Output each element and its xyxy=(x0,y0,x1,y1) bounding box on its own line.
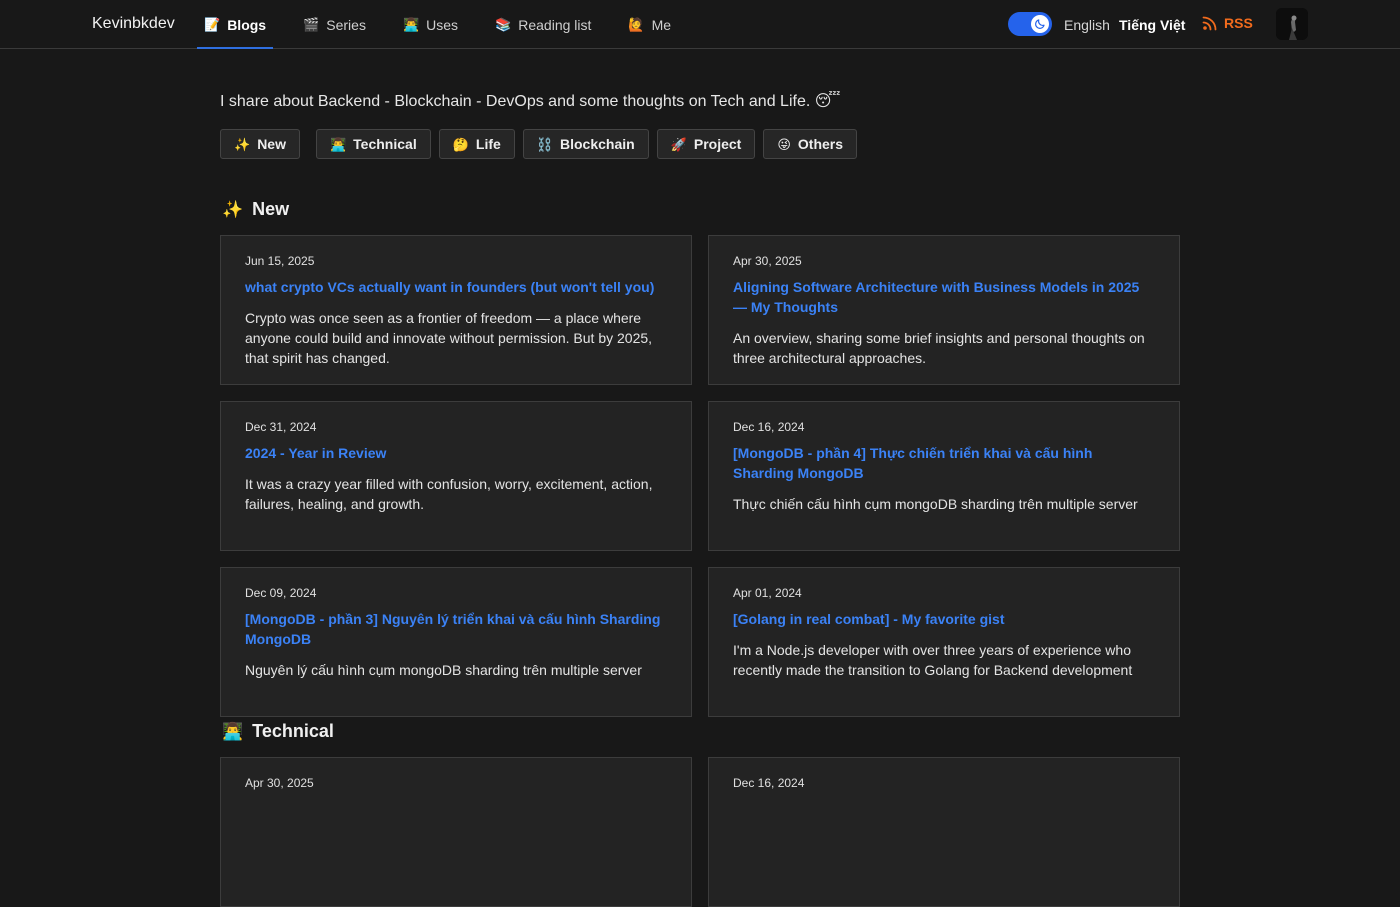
section-title-label: New xyxy=(252,199,290,219)
nav-item-me[interactable]: 🙋 Me xyxy=(621,0,678,49)
avatar-image xyxy=(1276,8,1308,40)
toggle-knob xyxy=(1031,15,1049,33)
nav-item-series[interactable]: 🎬 Series xyxy=(296,0,373,49)
post-date: Apr 30, 2025 xyxy=(245,776,314,790)
technologist-icon: 👨‍💻 xyxy=(329,136,347,152)
nav-item-reading-list[interactable]: 📚 Reading list xyxy=(488,0,598,49)
post-card[interactable]: Apr 30, 2025 xyxy=(220,757,692,907)
chip-label: Technical xyxy=(353,136,417,152)
nav-item-blogs[interactable]: 📝 Blogs xyxy=(197,0,274,49)
raising-hand-icon: 🙋 xyxy=(628,17,645,32)
technologist-icon: 👨‍💻 xyxy=(222,722,244,741)
post-date: Dec 31, 2024 xyxy=(245,420,317,434)
nav-item-label: Uses xyxy=(426,16,459,33)
filter-chip-blockchain[interactable]: ⛓️ Blockchain xyxy=(522,129,649,159)
site-brand-link[interactable]: Kevinbkdev xyxy=(92,15,175,33)
section-title-new: ✨ New xyxy=(222,199,289,220)
rocket-icon: 🚀 xyxy=(670,136,687,152)
nav-item-label: Series xyxy=(326,16,366,33)
post-date: Apr 01, 2024 xyxy=(733,586,802,600)
chip-label: Project xyxy=(693,136,742,152)
filter-chip-project[interactable]: 🚀 Project xyxy=(656,129,756,159)
post-excerpt: Crypto was once seen as a frontier of fr… xyxy=(245,310,653,366)
post-title-link[interactable]: Aligning Software Architecture with Busi… xyxy=(733,277,1155,317)
post-title-link[interactable]: [MongoDB - phần 3] Nguyên lý triển khai … xyxy=(245,609,667,649)
post-card[interactable]: Dec 31, 2024 2024 - Year in Review It wa… xyxy=(220,401,692,551)
moon-icon xyxy=(1035,19,1045,29)
chip-label: New xyxy=(257,136,286,152)
sparkles-icon: ✨ xyxy=(222,200,244,219)
post-date: Dec 16, 2024 xyxy=(733,776,805,790)
post-title-link[interactable]: 2024 - Year in Review xyxy=(245,443,667,463)
memo-icon: 📝 xyxy=(204,17,221,32)
post-title-link[interactable]: what crypto VCs actually want in founder… xyxy=(245,277,667,297)
post-date: Jun 15, 2025 xyxy=(245,254,315,268)
chip-label: Blockchain xyxy=(559,136,635,152)
post-card[interactable]: Dec 16, 2024 [MongoDB - phần 4] Thực chi… xyxy=(708,401,1180,551)
post-excerpt: Nguyên lý cấu hình cụm mongoDB sharding … xyxy=(245,662,642,678)
intro-text: I share about Backend - Blockchain - Dev… xyxy=(220,93,841,110)
chip-label: Life xyxy=(475,136,501,152)
main-nav: 📝 Blogs 🎬 Series 👨‍💻 Uses 📚 Reading list… xyxy=(197,0,701,49)
post-excerpt: Thực chiến cấu hình cụm mongoDB sharding… xyxy=(733,496,1138,512)
filter-chip-others[interactable]: 😜 Others xyxy=(763,129,858,159)
nav-item-uses[interactable]: 👨‍💻 Uses xyxy=(396,0,465,49)
category-filters: ✨ New 👨‍💻 Technical 🤔 Life ⛓️ Blockchain… xyxy=(220,129,865,159)
section-title-label: Technical xyxy=(252,721,334,741)
books-icon: 📚 xyxy=(495,17,512,32)
post-card[interactable]: Apr 30, 2025 Aligning Software Architect… xyxy=(708,235,1180,385)
avatar[interactable] xyxy=(1276,8,1308,40)
chain-icon: ⛓️ xyxy=(536,136,553,152)
filter-chip-technical[interactable]: 👨‍💻 Technical xyxy=(315,129,431,159)
post-excerpt: An overview, sharing some brief insights… xyxy=(733,330,1145,366)
post-date: Dec 16, 2024 xyxy=(733,420,805,434)
language-english-link[interactable]: English xyxy=(1064,17,1110,33)
post-excerpt: I'm a Node.js developer with over three … xyxy=(733,642,1133,678)
post-title-link[interactable]: [MongoDB - phần 4] Thực chiến triển khai… xyxy=(733,443,1155,483)
top-navbar: Kevinbkdev 📝 Blogs 🎬 Series 👨‍💻 Uses 📚 R… xyxy=(0,0,1400,49)
section-title-technical: 👨‍💻 Technical xyxy=(222,721,334,742)
post-date: Dec 09, 2024 xyxy=(245,586,317,600)
posts-grid-new: Jun 15, 2025 what crypto VCs actually wa… xyxy=(220,235,1180,717)
post-excerpt: It was a crazy year filled with confusio… xyxy=(245,476,653,512)
nav-item-label: Me xyxy=(651,16,672,33)
nav-item-label: Blogs xyxy=(227,16,267,33)
technologist-icon: 👨‍💻 xyxy=(402,17,420,32)
theme-toggle[interactable] xyxy=(1008,12,1052,36)
thinking-face-icon: 🤔 xyxy=(452,136,469,152)
post-card[interactable]: Dec 16, 2024 xyxy=(708,757,1180,907)
filter-chip-life[interactable]: 🤔 Life xyxy=(438,129,515,159)
winking-tongue-icon: 😜 xyxy=(777,136,791,152)
rss-link[interactable]: RSS xyxy=(1202,15,1253,31)
rss-icon xyxy=(1202,16,1217,31)
nav-item-label: Reading list xyxy=(518,16,592,33)
post-card[interactable]: Apr 01, 2024 [Golang in real combat] - M… xyxy=(708,567,1180,717)
post-title-link[interactable]: [Golang in real combat] - My favorite gi… xyxy=(733,609,1155,629)
post-date: Apr 30, 2025 xyxy=(733,254,802,268)
posts-grid-technical: Apr 30, 2025 Dec 16, 2024 xyxy=(220,757,1180,907)
language-vietnamese-link[interactable]: Tiếng Việt xyxy=(1119,17,1185,33)
clapper-icon: 🎬 xyxy=(303,17,320,32)
sparkles-icon: ✨ xyxy=(234,136,251,152)
chip-label: Others xyxy=(797,136,844,152)
post-card[interactable]: Dec 09, 2024 [MongoDB - phần 3] Nguyên l… xyxy=(220,567,692,717)
rss-label: RSS xyxy=(1224,15,1253,31)
filter-chip-new[interactable]: ✨ New xyxy=(220,129,300,159)
post-card[interactable]: Jun 15, 2025 what crypto VCs actually wa… xyxy=(220,235,692,385)
